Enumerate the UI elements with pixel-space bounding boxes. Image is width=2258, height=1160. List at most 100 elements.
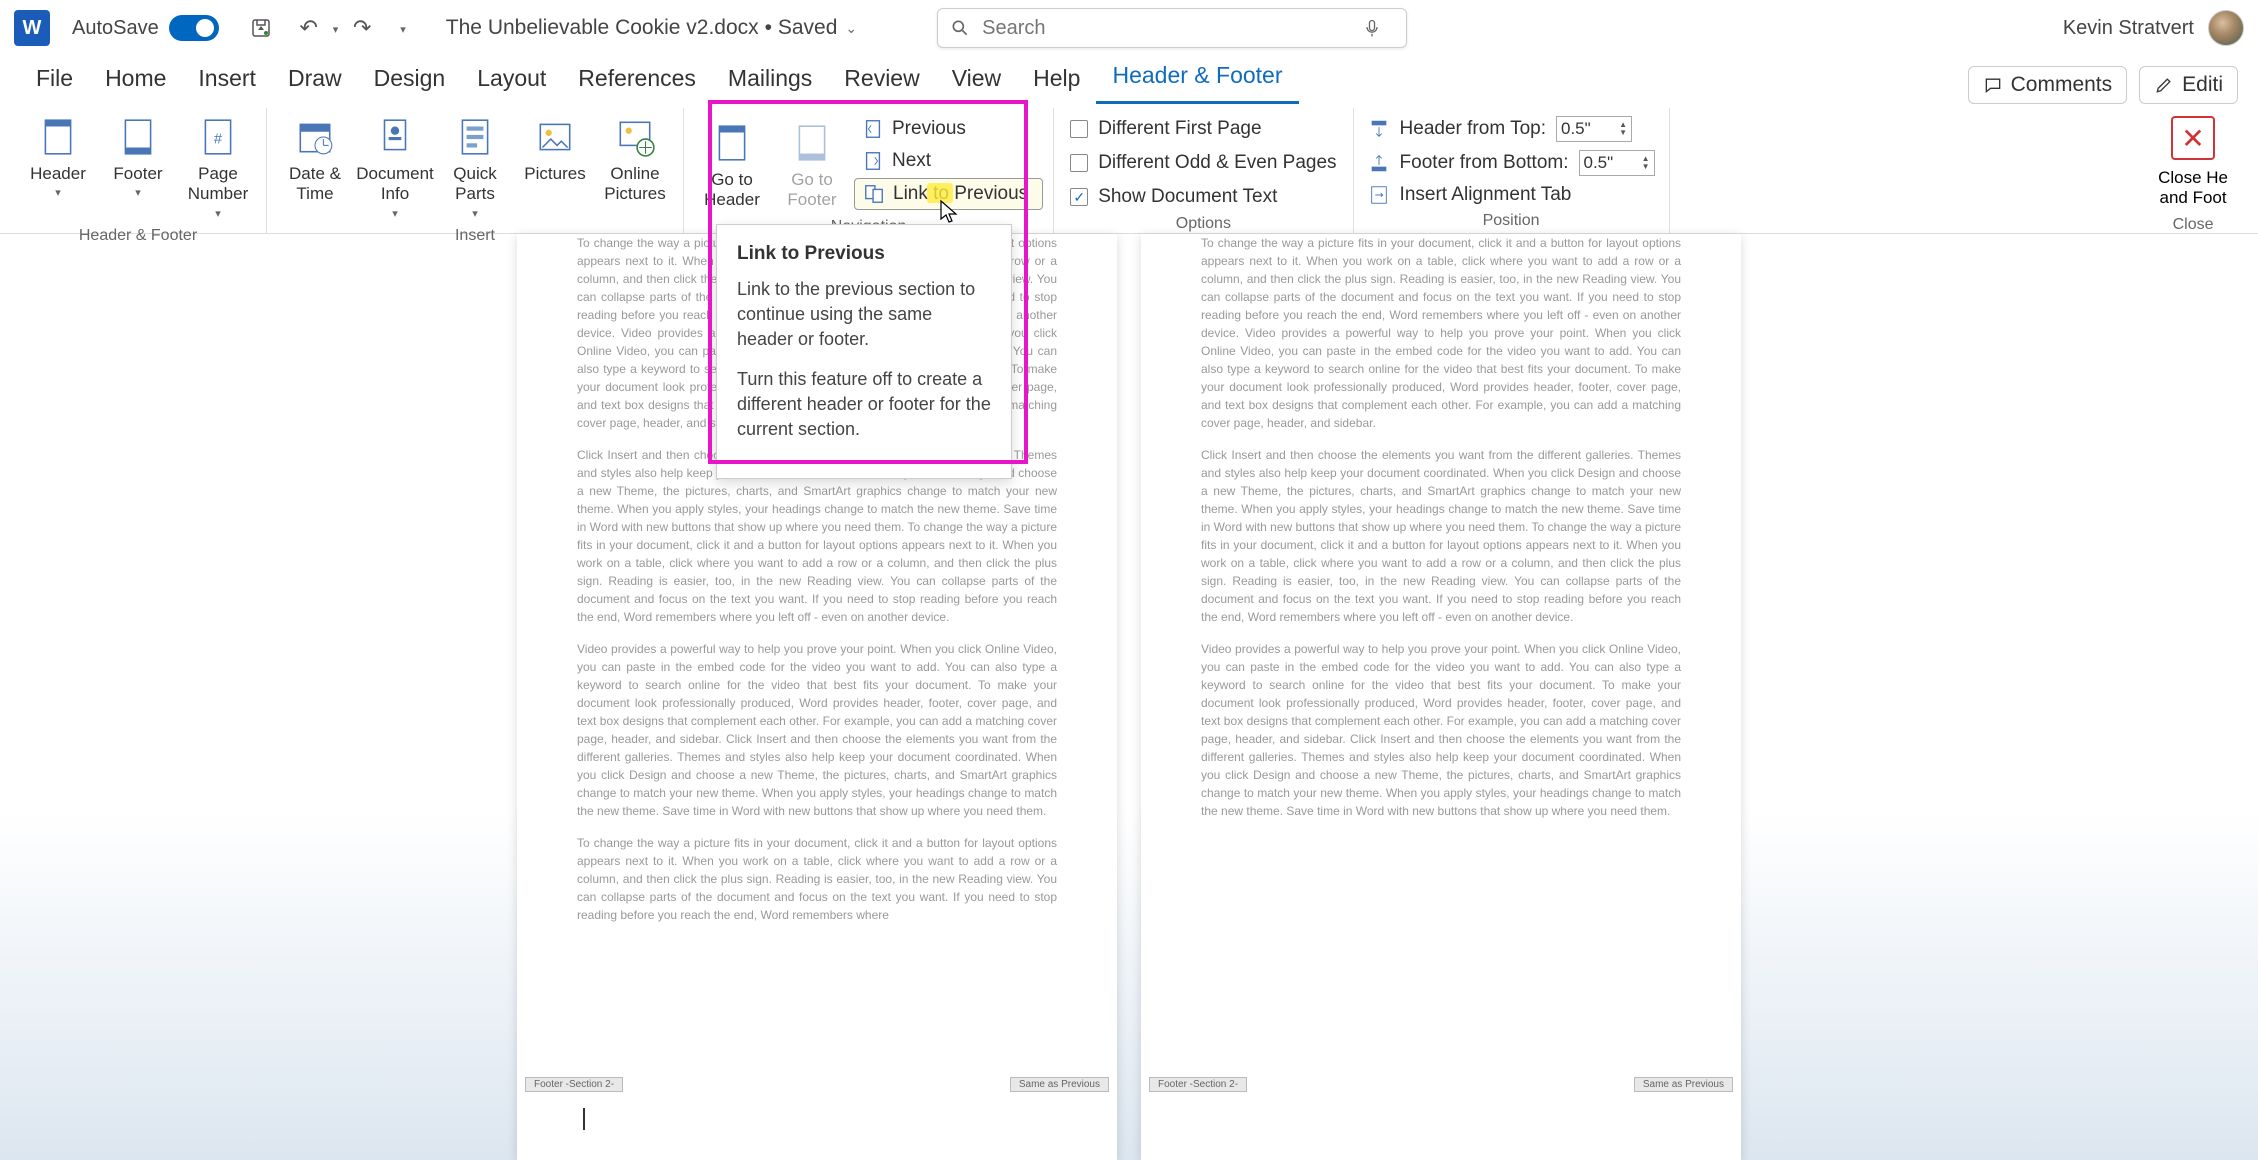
body-text: To change the way a picture fits in your…: [1201, 234, 1681, 432]
comments-button[interactable]: Comments: [1968, 66, 2128, 104]
tab-design[interactable]: Design: [358, 57, 462, 104]
microphone-icon[interactable]: [1362, 18, 1382, 38]
group-options: Different First Page Different Odd & Eve…: [1054, 108, 1353, 233]
header-button[interactable]: Header▾: [20, 108, 96, 203]
editing-mode-button[interactable]: Editi: [2139, 66, 2238, 104]
alignment-tab-icon: [1368, 184, 1390, 206]
pencil-icon: [2154, 75, 2174, 95]
footer-button[interactable]: Footer▾: [100, 108, 176, 203]
autosave-toggle[interactable]: [169, 15, 219, 41]
footer-bottom-icon: [1368, 152, 1390, 174]
group-insert: Date & Time Document Info▾ Quick Parts▾ …: [267, 108, 684, 233]
tab-help[interactable]: Help: [1017, 57, 1096, 104]
tab-mailings[interactable]: Mailings: [712, 57, 828, 104]
tooltip-title: Link to Previous: [737, 243, 991, 265]
ribbon-tabs: File Home Insert Draw Design Layout Refe…: [0, 56, 2258, 104]
checkmark-icon: ✓: [1070, 188, 1088, 206]
pictures-button[interactable]: Pictures: [517, 108, 593, 188]
ribbon: Header▾ Footer▾ # Page Number▾ Header & …: [0, 104, 2258, 234]
group-label: Header & Footer: [79, 224, 197, 248]
footer-indicator-row: Footer -Section 2- Same as Previous: [1141, 1077, 1741, 1092]
tab-review[interactable]: Review: [828, 57, 935, 104]
save-status: • Saved: [765, 16, 838, 40]
group-label: Position: [1483, 209, 1540, 233]
different-odd-even-checkbox[interactable]: Different Odd & Even Pages: [1064, 148, 1342, 178]
tab-insert[interactable]: Insert: [182, 57, 272, 104]
autosave-label: AutoSave: [72, 17, 159, 40]
quick-parts-button[interactable]: Quick Parts▾: [437, 108, 513, 224]
different-first-page-checkbox[interactable]: Different First Page: [1064, 114, 1342, 144]
goto-header-button[interactable]: Go to Header: [694, 114, 770, 215]
group-navigation: Go to Header Go to Footer Previous Next …: [684, 108, 1054, 233]
save-icon[interactable]: [247, 14, 275, 42]
page-number-button[interactable]: # Page Number▾: [180, 108, 256, 224]
tab-layout[interactable]: Layout: [461, 57, 562, 104]
group-header-footer: Header▾ Footer▾ # Page Number▾ Header & …: [10, 108, 267, 233]
redo-icon[interactable]: ↷: [348, 14, 376, 42]
group-label: Close: [2173, 213, 2214, 237]
document-info-button[interactable]: Document Info▾: [357, 108, 433, 224]
header-from-top-input[interactable]: 0.5" ▲▼: [1556, 116, 1632, 142]
group-position: Header from Top: 0.5" ▲▼ Footer from Bot…: [1354, 108, 1670, 233]
document-area: To change the way a picture fits in your…: [0, 234, 2258, 1160]
qat-customize-icon[interactable]: ▾: [400, 23, 406, 36]
header-from-top-row: Header from Top: 0.5" ▲▼: [1364, 114, 1659, 144]
filename-dropdown-icon[interactable]: ⌄: [845, 20, 857, 37]
undo-icon[interactable]: ↶: [295, 14, 323, 42]
date-time-button[interactable]: Date & Time: [277, 108, 353, 209]
body-text: Click Insert and then choose the element…: [1201, 446, 1681, 626]
close-header-footer-button[interactable]: ✕ Close Heand Foot: [2148, 108, 2238, 213]
chevron-down-icon: ▾: [392, 207, 398, 220]
chevron-down-icon: ▾: [472, 207, 478, 220]
tab-references[interactable]: References: [562, 57, 712, 104]
tab-view[interactable]: View: [936, 57, 1017, 104]
tab-header-footer[interactable]: Header & Footer: [1096, 54, 1298, 104]
tab-draw[interactable]: Draw: [272, 57, 358, 104]
group-close: ✕ Close Heand Foot Close: [2138, 108, 2248, 233]
group-label: Options: [1176, 212, 1231, 236]
footer-from-bottom-row: Footer from Bottom: 0.5" ▲▼: [1364, 148, 1659, 178]
footer-section-tag[interactable]: Footer -Section 2-: [525, 1077, 623, 1092]
close-icon: ✕: [2171, 116, 2215, 160]
footer-from-bottom-input[interactable]: 0.5" ▲▼: [1579, 150, 1655, 176]
show-document-text-checkbox[interactable]: ✓Show Document Text: [1064, 182, 1342, 212]
body-text: Video provides a powerful way to help yo…: [577, 640, 1057, 820]
goto-footer-button[interactable]: Go to Footer: [774, 114, 850, 215]
titlebar: W AutoSave ↶ ▾ ↷ ▾ The Unbelievable Cook…: [0, 0, 2258, 56]
link-to-previous-button[interactable]: Link to Previous: [854, 178, 1043, 210]
footer-indicator-row: Footer -Section 2- Same as Previous: [517, 1077, 1117, 1092]
header-top-icon: [1368, 118, 1390, 140]
previous-button[interactable]: Previous: [854, 114, 1043, 144]
body-text: Video provides a powerful way to help yo…: [1201, 640, 1681, 820]
chevron-down-icon: ▾: [215, 207, 221, 220]
spinner-icon[interactable]: ▲▼: [1642, 155, 1650, 171]
same-as-previous-tag[interactable]: Same as Previous: [1634, 1077, 1733, 1092]
svg-text:#: #: [214, 131, 223, 147]
document-filename[interactable]: The Unbelievable Cookie v2.docx: [446, 16, 759, 40]
user-name[interactable]: Kevin Stratvert: [2063, 17, 2194, 40]
tooltip: Link to Previous Link to the previous se…: [716, 224, 1012, 479]
tooltip-body: Turn this feature off to create a differ…: [737, 367, 991, 443]
word-app-icon: W: [14, 10, 50, 46]
body-text: To change the way a picture fits in your…: [577, 834, 1057, 924]
group-label: Insert: [455, 224, 495, 248]
spinner-icon[interactable]: ▲▼: [1619, 121, 1627, 137]
online-pictures-button[interactable]: Online Pictures: [597, 108, 673, 209]
comment-icon: [1983, 75, 2003, 95]
next-button[interactable]: Next: [854, 146, 1043, 176]
chevron-down-icon: ▾: [55, 186, 61, 199]
undo-dropdown-icon[interactable]: ▾: [333, 23, 339, 36]
tab-file[interactable]: File: [20, 57, 89, 104]
insert-alignment-tab-button[interactable]: Insert Alignment Tab: [1364, 182, 1659, 208]
text-cursor: [583, 1108, 585, 1130]
search-input[interactable]: [982, 17, 1362, 40]
document-page[interactable]: To change the way a picture fits in your…: [1141, 234, 1741, 1160]
avatar[interactable]: [2208, 10, 2244, 46]
search-icon: [950, 18, 970, 38]
footer-section-tag[interactable]: Footer -Section 2-: [1149, 1077, 1247, 1092]
tab-home[interactable]: Home: [89, 57, 182, 104]
chevron-down-icon: ▾: [135, 186, 141, 199]
same-as-previous-tag[interactable]: Same as Previous: [1010, 1077, 1109, 1092]
tooltip-body: Link to the previous section to continue…: [737, 277, 991, 353]
search-bar[interactable]: [937, 8, 1407, 48]
